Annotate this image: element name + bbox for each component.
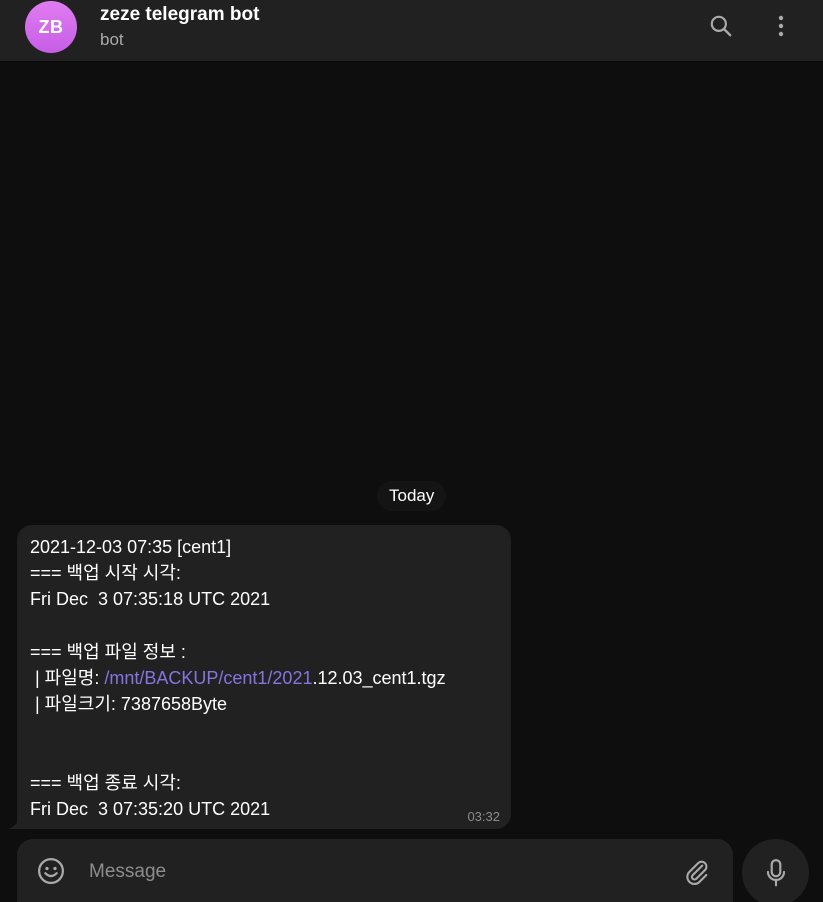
search-icon [710,15,732,37]
date-separator: Today [377,481,447,511]
smiley-icon [38,858,64,884]
avatar[interactable]: ZB [25,1,77,53]
message-time: 03:32 [467,809,500,824]
message-line: === 백업 종료 시각: [30,772,181,793]
message-line [30,744,511,770]
message-input[interactable] [87,857,671,887]
message-line: Fri Dec 3 07:35:18 UTC 2021 [30,589,271,610]
avatar-initials: ZB [38,16,64,37]
chat-window: ZB zeze telegram bot bot Today 2021-12-0… [0,0,823,902]
message-line [30,613,511,639]
filename-label: | 파일명: [30,667,105,688]
message-line [30,717,511,743]
file-path-link[interactable]: /mnt/BACKUP/cent1/2021 [104,668,312,688]
filename-line: | 파일명: /mnt/BACKUP/cent1/2021.12.03_cent… [30,665,511,691]
chat-title[interactable]: zeze telegram bot [100,4,259,26]
search-button[interactable] [701,6,741,46]
more-vertical-icon [778,15,784,37]
more-options-button[interactable] [761,6,801,46]
filename-suffix: .12.03_cent1.tgz [312,667,446,688]
chat-header[interactable]: ZB zeze telegram bot bot [0,0,823,62]
attach-button[interactable] [681,855,713,889]
voice-record-button[interactable] [742,839,809,902]
message-line: 2021-12-03 07:35 [cent1] [30,537,232,557]
message-bubble[interactable]: 2021-12-03 07:35 [cent1] === 백업 시작 시각: F… [17,525,511,829]
microphone-icon [766,858,785,886]
message-line: === 백업 파일 정보 : [30,641,186,662]
emoji-button[interactable] [35,855,67,887]
message-composer [17,839,733,902]
message-line: Fri Dec 3 07:35:20 UTC 2021 [30,798,271,819]
message-line: === 백업 시작 시각: [30,563,181,584]
message-line: | 파일크기: 7387658Byte [30,694,228,715]
paperclip-icon [686,860,708,885]
chat-subtitle: bot [100,30,124,49]
